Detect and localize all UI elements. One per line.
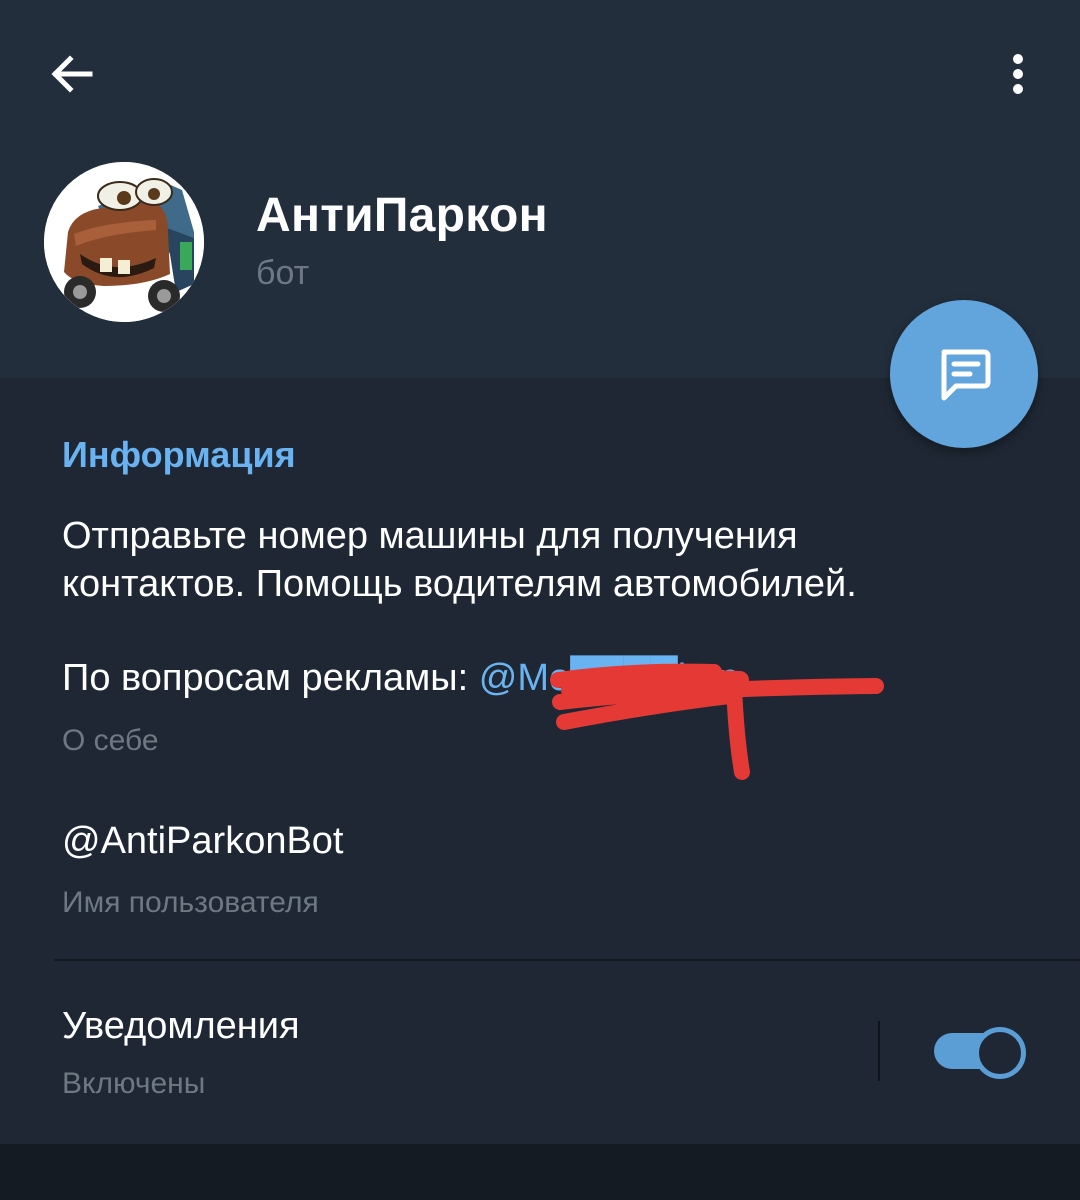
profile-screen: АнтиПаркон бот Информация Отправьте номе… (0, 0, 1080, 1200)
toggle-knob (974, 1027, 1026, 1079)
vertical-separator (878, 1021, 880, 1081)
back-button[interactable] (40, 44, 104, 104)
info-section: Информация Отправьте номер машины для по… (0, 378, 1080, 1144)
profile-status: бот (256, 254, 310, 292)
send-message-button[interactable] (890, 300, 1038, 448)
notifications-title: Уведомления (62, 1005, 300, 1047)
about-caption: О себе (62, 724, 159, 757)
about-text[interactable]: Отправьте номер машины для получения кон… (62, 512, 1022, 702)
username-value[interactable]: @AntiParkonBot (62, 820, 344, 863)
section-title-info: Информация (62, 434, 296, 475)
about-line-1: Отправьте номер машины для получения (62, 515, 798, 557)
notifications-row[interactable]: Уведомления Включены (0, 961, 1080, 1144)
ads-line: По вопросам рекламы: @Mo████kup (62, 654, 1022, 702)
cartoon-tow-truck-avatar (44, 162, 204, 322)
bot-avatar[interactable] (44, 162, 204, 322)
ads-contact-link[interactable]: @Mo████kup (479, 657, 739, 699)
arrow-left-icon (51, 55, 93, 93)
ads-prefix: По вопросам рекламы: (62, 657, 479, 699)
profile-name: АнтиПаркон (256, 189, 548, 242)
message-icon (941, 349, 991, 401)
about-line-2: контактов. Помощь водителям автомобилей. (62, 563, 857, 605)
notifications-toggle[interactable] (934, 1025, 1026, 1079)
more-options-button[interactable] (988, 44, 1048, 104)
more-vertical-icon (1013, 54, 1023, 94)
bottom-background (0, 1144, 1080, 1200)
username-caption: Имя пользователя (62, 886, 319, 919)
notifications-status: Включены (62, 1067, 206, 1100)
